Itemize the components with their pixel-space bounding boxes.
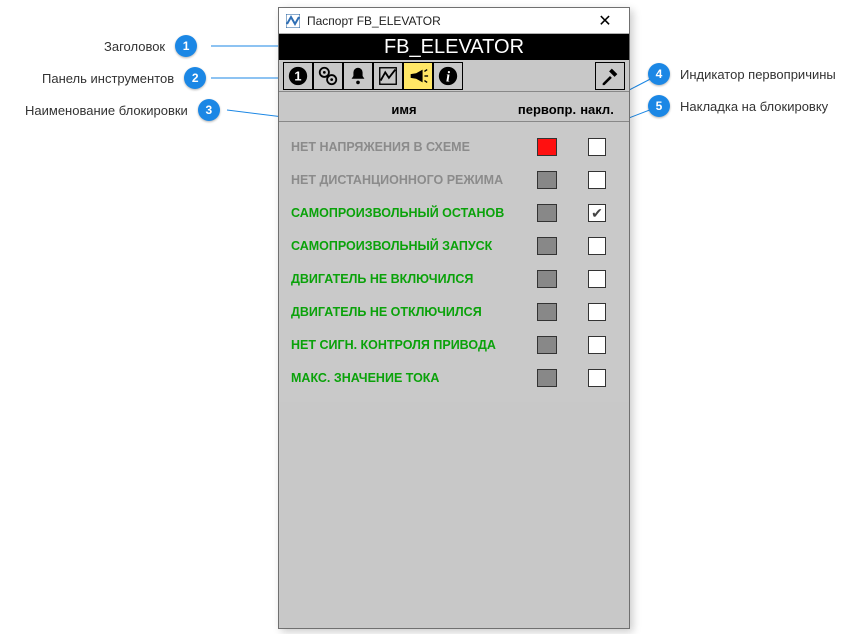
row-name: НЕТ НАПРЯЖЕНИЯ В СХЕМЕ: [291, 140, 517, 154]
overlay-checkbox[interactable]: [588, 237, 606, 255]
callout-marker: 2: [184, 67, 206, 89]
overlay-checkbox[interactable]: ✔: [588, 204, 606, 222]
row-name: НЕТ ДИСТАНЦИОННОГО РЕЖИМА: [291, 173, 517, 187]
tools-icon: [599, 65, 621, 87]
callout-marker: 4: [648, 63, 670, 85]
tools-button[interactable]: [595, 62, 625, 90]
window-title: Паспорт FB_ELEVATOR: [307, 14, 587, 28]
callout-label: Наименование блокировки: [25, 103, 188, 118]
overlay-cell: [577, 237, 617, 255]
tab-1-button[interactable]: 1: [283, 62, 313, 90]
overlay-checkbox[interactable]: [588, 138, 606, 156]
page-title: FB_ELEVATOR: [279, 34, 629, 60]
callout-4: 4 Индикатор первопричины: [648, 63, 836, 85]
overlay-checkbox[interactable]: [588, 303, 606, 321]
header-text: FB_ELEVATOR: [384, 36, 524, 59]
toolbar: 1 i: [279, 60, 629, 92]
alerts-button[interactable]: [343, 62, 373, 90]
callout-2: Панель инструментов 2: [42, 67, 206, 89]
callout-1: Заголовок 1: [104, 35, 197, 57]
indicator-cell: [517, 270, 577, 288]
blockings-button[interactable]: [403, 62, 433, 90]
table-row: МАКС. ЗНАЧЕНИЕ ТОКА: [291, 361, 617, 394]
table-row: НЕТ ДИСТАНЦИОННОГО РЕЖИМА: [291, 163, 617, 196]
indicator-cell: [517, 138, 577, 156]
indicator-cell: [517, 369, 577, 387]
svg-text:1: 1: [294, 68, 301, 83]
column-headers: имя первопр. накл.: [279, 92, 629, 122]
table-row: НЕТ НАПРЯЖЕНИЯ В СХЕМЕ: [291, 130, 617, 163]
overlay-cell: [577, 303, 617, 321]
table-row: ДВИГАТЕЛЬ НЕ ВКЛЮЧИЛСЯ: [291, 262, 617, 295]
info-button[interactable]: i: [433, 62, 463, 90]
overlay-checkbox[interactable]: [588, 369, 606, 387]
overlay-cell: [577, 138, 617, 156]
indicator-cell: [517, 336, 577, 354]
row-name: МАКС. ЗНАЧЕНИЕ ТОКА: [291, 371, 517, 385]
overlay-cell: [577, 369, 617, 387]
column-overlay-header: накл.: [577, 102, 617, 117]
rows-list: НЕТ НАПРЯЖЕНИЯ В СХЕМЕ НЕТ ДИСТАНЦИОННОГО…: [279, 122, 629, 402]
callout-label: Накладка на блокировку: [680, 99, 828, 114]
first-cause-indicator: [537, 138, 557, 156]
first-cause-indicator: [537, 369, 557, 387]
close-button[interactable]: ✕: [587, 11, 623, 31]
trend-button[interactable]: [373, 62, 403, 90]
overlay-checkbox[interactable]: [588, 270, 606, 288]
callout-label: Индикатор первопричины: [680, 67, 836, 82]
info-icon: i: [437, 65, 459, 87]
indicator-cell: [517, 303, 577, 321]
first-cause-indicator: [537, 336, 557, 354]
column-name-header: имя: [291, 102, 517, 117]
table-row: НЕТ СИГН. КОНТРОЛЯ ПРИВОДА: [291, 328, 617, 361]
first-cause-indicator: [537, 171, 557, 189]
callout-marker: 5: [648, 95, 670, 117]
row-name: НЕТ СИГН. КОНТРОЛЯ ПРИВОДА: [291, 338, 517, 352]
settings-button[interactable]: [313, 62, 343, 90]
overlay-cell: ✔: [577, 204, 617, 222]
svg-text:i: i: [446, 69, 450, 85]
indicator-cell: [517, 237, 577, 255]
overlay-cell: [577, 336, 617, 354]
callout-marker: 1: [175, 35, 197, 57]
indicator-cell: [517, 204, 577, 222]
table-row: САМОПРОИЗВОЛЬНЫЙ ОСТАНОВ ✔: [291, 196, 617, 229]
callout-3: Наименование блокировки 3: [25, 99, 220, 121]
first-cause-indicator: [537, 204, 557, 222]
overlay-cell: [577, 171, 617, 189]
row-name: ДВИГАТЕЛЬ НЕ ВКЛЮЧИЛСЯ: [291, 272, 517, 286]
chart-icon: [377, 65, 399, 87]
overlay-checkbox[interactable]: [588, 336, 606, 354]
first-cause-indicator: [537, 303, 557, 321]
callout-5: 5 Накладка на блокировку: [648, 95, 828, 117]
callout-label: Заголовок: [104, 39, 165, 54]
callout-marker: 3: [198, 99, 220, 121]
table-row: САМОПРОИЗВОЛЬНЫЙ ЗАПУСК: [291, 229, 617, 262]
row-name: САМОПРОИЗВОЛЬНЫЙ ЗАПУСК: [291, 239, 517, 253]
callout-label: Панель инструментов: [42, 71, 174, 86]
column-indicator-header: первопр.: [517, 102, 577, 117]
first-cause-indicator: [537, 237, 557, 255]
indicator-cell: [517, 171, 577, 189]
row-name: САМОПРОИЗВОЛЬНЫЙ ОСТАНОВ: [291, 206, 517, 220]
bell-icon: [347, 65, 369, 87]
gears-icon: [317, 65, 339, 87]
table-row: ДВИГАТЕЛЬ НЕ ОТКЛЮЧИЛСЯ: [291, 295, 617, 328]
megaphone-icon: [407, 65, 429, 87]
app-icon: [285, 13, 301, 29]
first-cause-indicator: [537, 270, 557, 288]
titlebar[interactable]: Паспорт FB_ELEVATOR ✕: [279, 8, 629, 34]
row-name: ДВИГАТЕЛЬ НЕ ОТКЛЮЧИЛСЯ: [291, 305, 517, 319]
dialog-window: Паспорт FB_ELEVATOR ✕ FB_ELEVATOR 1 i им…: [278, 7, 630, 629]
overlay-cell: [577, 270, 617, 288]
overlay-checkbox[interactable]: [588, 171, 606, 189]
